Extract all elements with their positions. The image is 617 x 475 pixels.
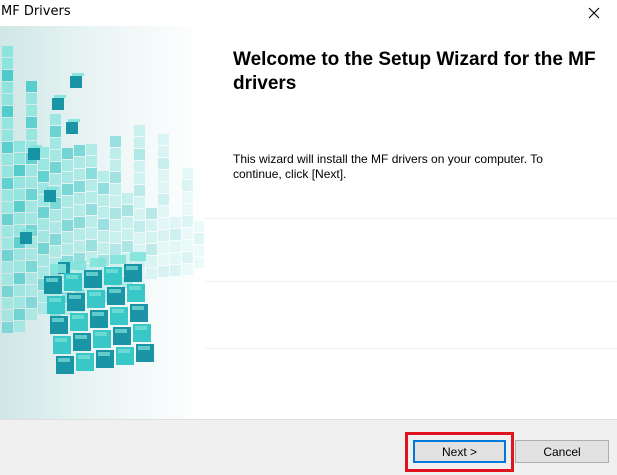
close-button[interactable] — [571, 0, 617, 26]
window-title: MF Drivers — [1, 4, 71, 19]
next-button[interactable]: Next > — [413, 440, 506, 463]
divider — [204, 281, 617, 282]
close-icon — [588, 7, 600, 19]
wizard-side-graphic — [0, 26, 204, 419]
divider — [204, 218, 617, 219]
wizard-content: Welcome to the Setup Wizard for the MF d… — [204, 26, 617, 419]
wizard-description: This wizard will install the MF drivers … — [233, 152, 543, 181]
title-bar: MF Drivers — [0, 0, 617, 26]
cancel-button[interactable]: Cancel — [515, 440, 609, 463]
button-bar: Next > Cancel — [0, 419, 617, 475]
cube-blocks-graphic — [2, 46, 204, 374]
wizard-heading: Welcome to the Setup Wizard for the MF d… — [233, 49, 596, 94]
divider — [204, 348, 617, 349]
setup-wizard-window: MF Drivers Welcome to the Setup Wizard f… — [0, 0, 617, 475]
